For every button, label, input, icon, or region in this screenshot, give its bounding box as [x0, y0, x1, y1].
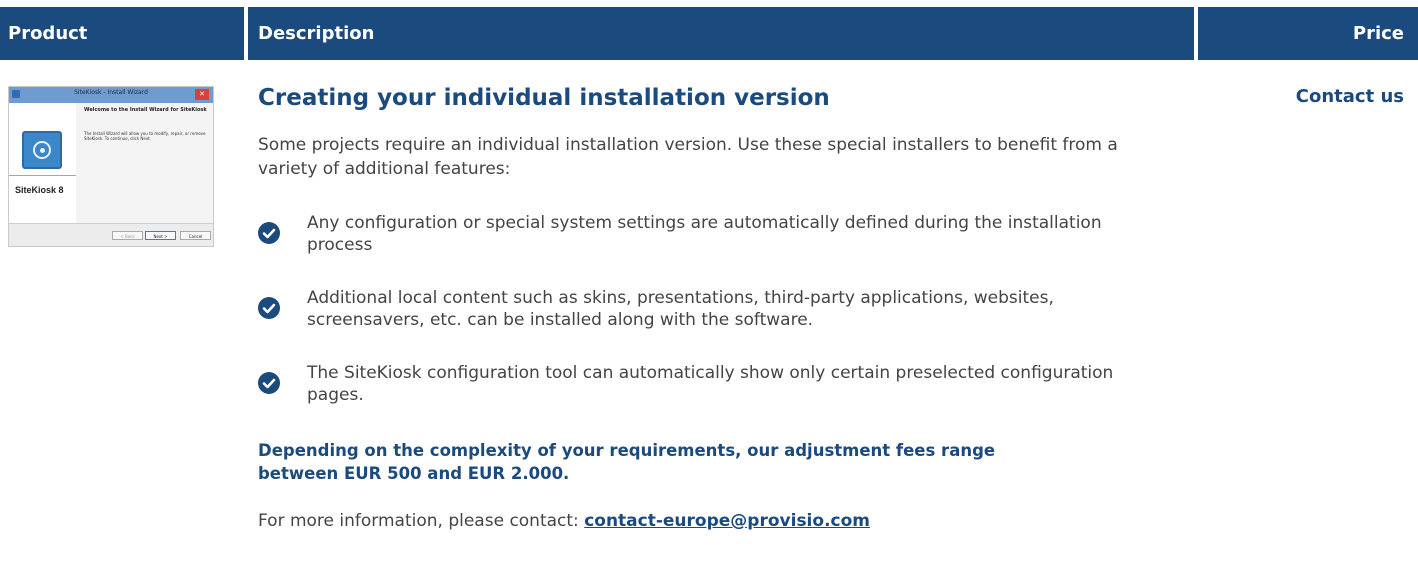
fees-note: Depending on the complexity of your requ…: [258, 441, 996, 483]
contact-email-link[interactable]: contact-europe@provisio.com: [584, 511, 870, 531]
table-header: Product Description Price: [0, 0, 1418, 64]
check-circle-icon: [258, 222, 280, 244]
feature-text: Additional local content such as skins, …: [307, 288, 1054, 330]
screenshot-window-title: SiteKiosk - Install Wizard: [74, 89, 148, 96]
screenshot-sidebar: SiteKiosk 8: [9, 103, 76, 223]
check-circle-icon: [258, 372, 280, 394]
screenshot-cancel-button: Cancel: [180, 231, 211, 240]
safe-icon: [22, 131, 62, 169]
contact-us-link[interactable]: Contact us: [1296, 86, 1404, 107]
screenshot-next-button: Next >: [145, 231, 176, 240]
screenshot-heading: Welcome to the Install Wizard for SiteKi…: [84, 107, 207, 113]
product-screenshot[interactable]: SiteKiosk - Install Wizard ✕ SiteKiosk 8…: [8, 86, 214, 247]
screenshot-content: Welcome to the Install Wizard for SiteKi…: [76, 103, 213, 223]
column-header-description: Description: [248, 7, 1194, 60]
column-header-price: Price: [1198, 7, 1418, 60]
close-icon: ✕: [195, 89, 209, 100]
contact-prefix: For more information, please contact:: [258, 511, 585, 531]
contact-line: For more information, please contact: co…: [258, 511, 870, 531]
screenshot-footer: < Back Next > Cancel: [9, 223, 213, 246]
screenshot-product-name: SiteKiosk 8: [15, 185, 64, 195]
screenshot-back-button: < Back: [112, 231, 143, 240]
description-title: Creating your individual installation ve…: [258, 85, 830, 111]
column-header-product: Product: [0, 7, 244, 60]
screenshot-body: The Install Wizard will allow you to mod…: [84, 131, 206, 141]
feature-text: The SiteKiosk configuration tool can aut…: [307, 363, 1114, 405]
description-intro: Some projects require an individual inst…: [258, 135, 1118, 179]
check-circle-icon: [258, 297, 280, 319]
feature-text: Any configuration or special system sett…: [307, 213, 1102, 255]
screenshot-title-bar: SiteKiosk - Install Wizard ✕: [9, 87, 213, 103]
